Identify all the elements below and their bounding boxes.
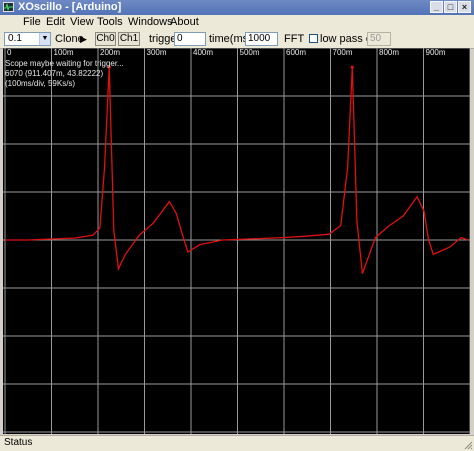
scope-cursor-readout: 6070 (911.407m, 43.82222) — [5, 69, 104, 78]
scope-display[interactable]: 0 100m 200m 300m 400m 500m 600m 700m 800m 900m Sc… — [3, 48, 470, 434]
chevron-down-icon[interactable]: ▼ — [39, 33, 50, 45]
play-icon[interactable]: ▶ — [80, 33, 87, 45]
minimize-icon[interactable]: _ — [430, 1, 443, 13]
menu-file[interactable]: File — [23, 16, 41, 29]
status-bar: Status — [0, 435, 474, 451]
title-bar: XOscillo - [Arduino] _ □ × — [0, 0, 474, 15]
scope-plot: 0 100m 200m 300m 400m 500m 600m 700m 800m 900m — [3, 48, 470, 434]
menu-bar: File Edit View Tools Windows About — [0, 15, 474, 30]
menu-about[interactable]: About — [170, 16, 199, 29]
time-input[interactable]: 1000 — [245, 32, 278, 46]
x-tick-label: 100m — [54, 48, 74, 57]
scope-app-icon — [3, 2, 14, 12]
x-tick-label: 200m — [100, 48, 120, 57]
x-tick-label: 700m — [333, 48, 353, 57]
resize-grip-icon[interactable] — [463, 440, 473, 450]
status-text: Status — [4, 437, 33, 448]
x-tick-label: 800m — [379, 48, 399, 57]
maximize-icon[interactable]: □ — [444, 1, 457, 13]
x-tick-label: 900m — [426, 48, 446, 57]
scope-status-text: Scope maybe waiting for trigger... — [5, 59, 124, 68]
peak-marker — [350, 65, 354, 69]
menu-edit[interactable]: Edit — [46, 16, 65, 29]
x-tick-label: 600m — [286, 48, 306, 57]
x-tick-label: 0 — [7, 48, 12, 57]
lowpass-checkbox[interactable] — [309, 34, 318, 43]
toolbar: 0.1 ▼ Clone ▶ Ch0 Ch1 trigger 0 time(ms)… — [0, 30, 474, 49]
menu-tools[interactable]: Tools — [97, 16, 123, 29]
fft-button[interactable]: FFT — [284, 33, 304, 45]
close-icon[interactable]: × — [458, 1, 471, 13]
ch1-button[interactable]: Ch1 — [118, 32, 140, 46]
window-title: XOscillo - [Arduino] — [18, 1, 122, 13]
ch0-button[interactable]: Ch0 — [95, 32, 116, 46]
lowpass-input[interactable]: 50 — [367, 32, 391, 46]
scale-select[interactable]: 0.1 ▼ — [4, 32, 51, 46]
signal-trace — [5, 67, 469, 274]
trigger-input[interactable]: 0 — [174, 32, 206, 46]
menu-view[interactable]: View — [70, 16, 94, 29]
x-tick-label: 400m — [193, 48, 213, 57]
scale-select-value: 0.1 — [8, 33, 22, 44]
scope-timebase-readout: (100ms/div, 59Ks/s) — [5, 79, 76, 88]
x-tick-label: 300m — [147, 48, 167, 57]
x-tick-label: 500m — [240, 48, 260, 57]
menu-windows[interactable]: Windows — [128, 16, 173, 29]
